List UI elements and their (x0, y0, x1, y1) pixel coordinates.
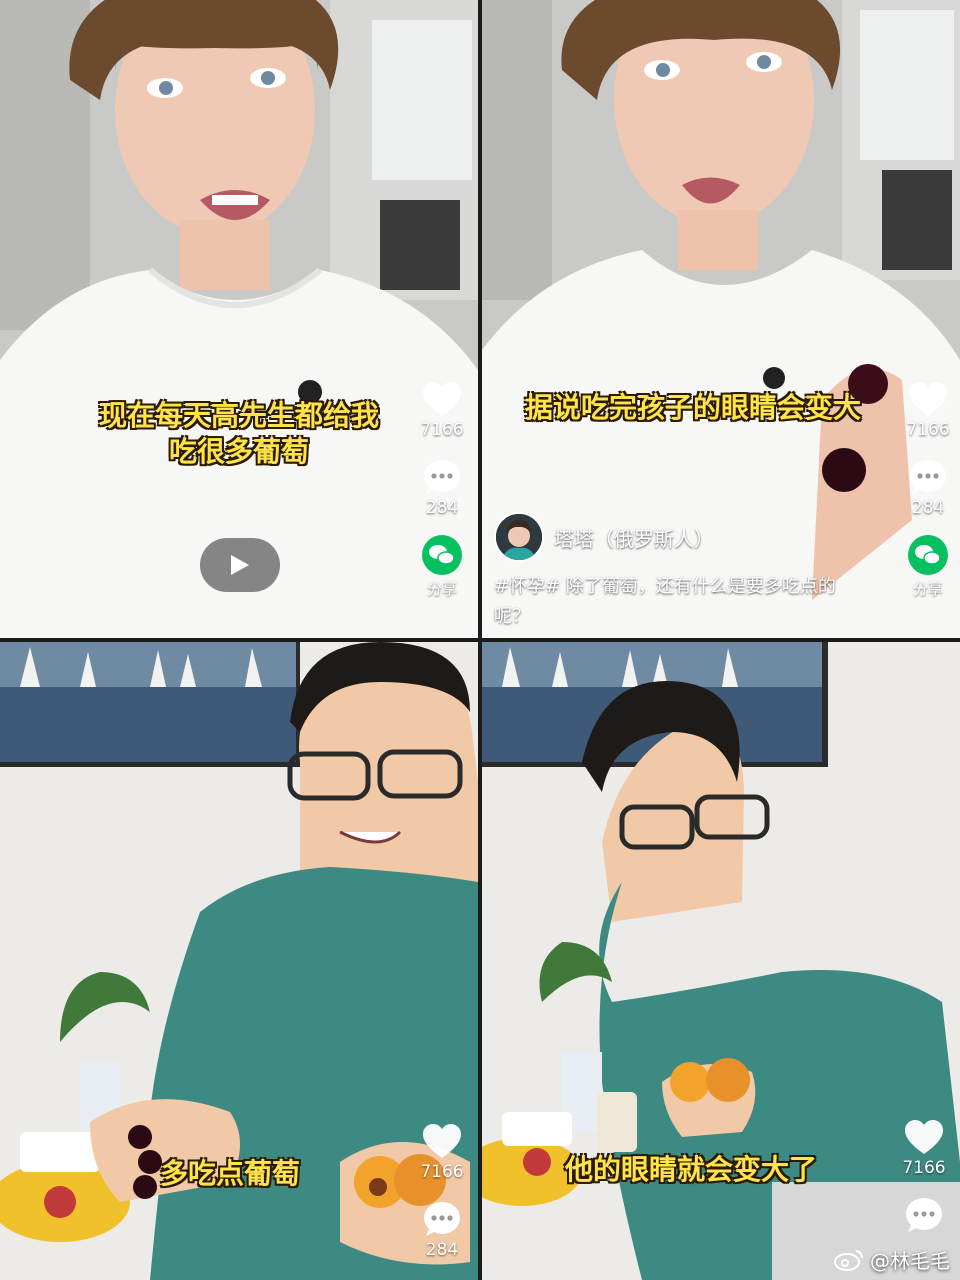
comment-count: 284 (425, 1240, 459, 1260)
comment-count: 284 (425, 498, 459, 518)
comment-button[interactable] (908, 458, 948, 496)
avatar[interactable] (494, 512, 544, 562)
action-bar: 7166 284 (414, 1124, 470, 1260)
author-info[interactable]: 塔塔（俄罗斯人） (494, 512, 714, 562)
share-button[interactable] (421, 534, 463, 576)
like-button[interactable] (908, 382, 948, 418)
weibo-icon (834, 1249, 863, 1271)
heart-icon (909, 382, 947, 416)
subtitle: 他的眼睛就会变大了 (482, 1152, 960, 1188)
wechat-icon (908, 535, 948, 575)
video-panel-3[interactable]: 多吃点葡萄 7166 284 (0, 642, 478, 1280)
subtitle-line: 他的眼睛就会变大了 (564, 1153, 817, 1186)
play-icon (231, 555, 249, 575)
comment-button[interactable] (904, 1196, 944, 1234)
subtitle-line: 据说吃完孩子的眼睛会变大 (524, 391, 861, 424)
subtitle-line: 现在每天高先生都给我 (98, 399, 379, 432)
heart-icon (423, 382, 461, 416)
comment-icon (910, 460, 946, 494)
subtitle: 现在每天高先生都给我 吃很多葡萄 (0, 398, 478, 470)
like-count: 7166 (906, 420, 950, 440)
watermark-text: @林毛毛 (870, 1249, 950, 1273)
action-bar: 7166 284 分享 (414, 382, 470, 599)
comment-icon (906, 1198, 942, 1232)
video-panel-1[interactable]: 现在每天高先生都给我 吃很多葡萄 7166 284 分享 (0, 0, 478, 638)
comment-icon (424, 460, 460, 494)
action-bar: 7166 284 分享 (900, 382, 956, 599)
video-panel-4[interactable]: 他的眼睛就会变大了 7166 @林毛毛 (482, 642, 960, 1280)
subtitle-line: 吃很多葡萄 (168, 435, 309, 468)
like-count: 7166 (420, 1162, 464, 1182)
play-button[interactable] (200, 538, 280, 592)
action-bar: 7166 (896, 1120, 952, 1234)
video-panel-2[interactable]: 据说吃完孩子的眼睛会变大 塔塔（俄罗斯人） #怀孕# 除了葡萄，还有什么是要多吃… (482, 0, 960, 638)
share-label: 分享 (426, 580, 457, 598)
heart-icon (423, 1124, 461, 1158)
weibo-watermark: @林毛毛 (834, 1245, 950, 1274)
author-name[interactable]: 塔塔（俄罗斯人） (554, 523, 714, 552)
like-button[interactable] (422, 382, 462, 418)
comment-count: 284 (911, 498, 945, 518)
like-count: 7166 (902, 1158, 946, 1178)
comment-button[interactable] (422, 458, 462, 496)
heart-icon (905, 1120, 943, 1154)
like-count: 7166 (420, 420, 464, 440)
subtitle: 据说吃完孩子的眼睛会变大 (482, 390, 960, 426)
share-button[interactable] (907, 534, 949, 576)
comment-button[interactable] (422, 1200, 462, 1238)
like-button[interactable] (422, 1124, 462, 1160)
like-button[interactable] (904, 1120, 944, 1156)
video-description: #怀孕# 除了葡萄，还有什么是要多吃点的呢？ (494, 576, 836, 627)
comment-icon (424, 1202, 460, 1236)
share-label: 分享 (912, 580, 943, 598)
wechat-icon (422, 535, 462, 575)
